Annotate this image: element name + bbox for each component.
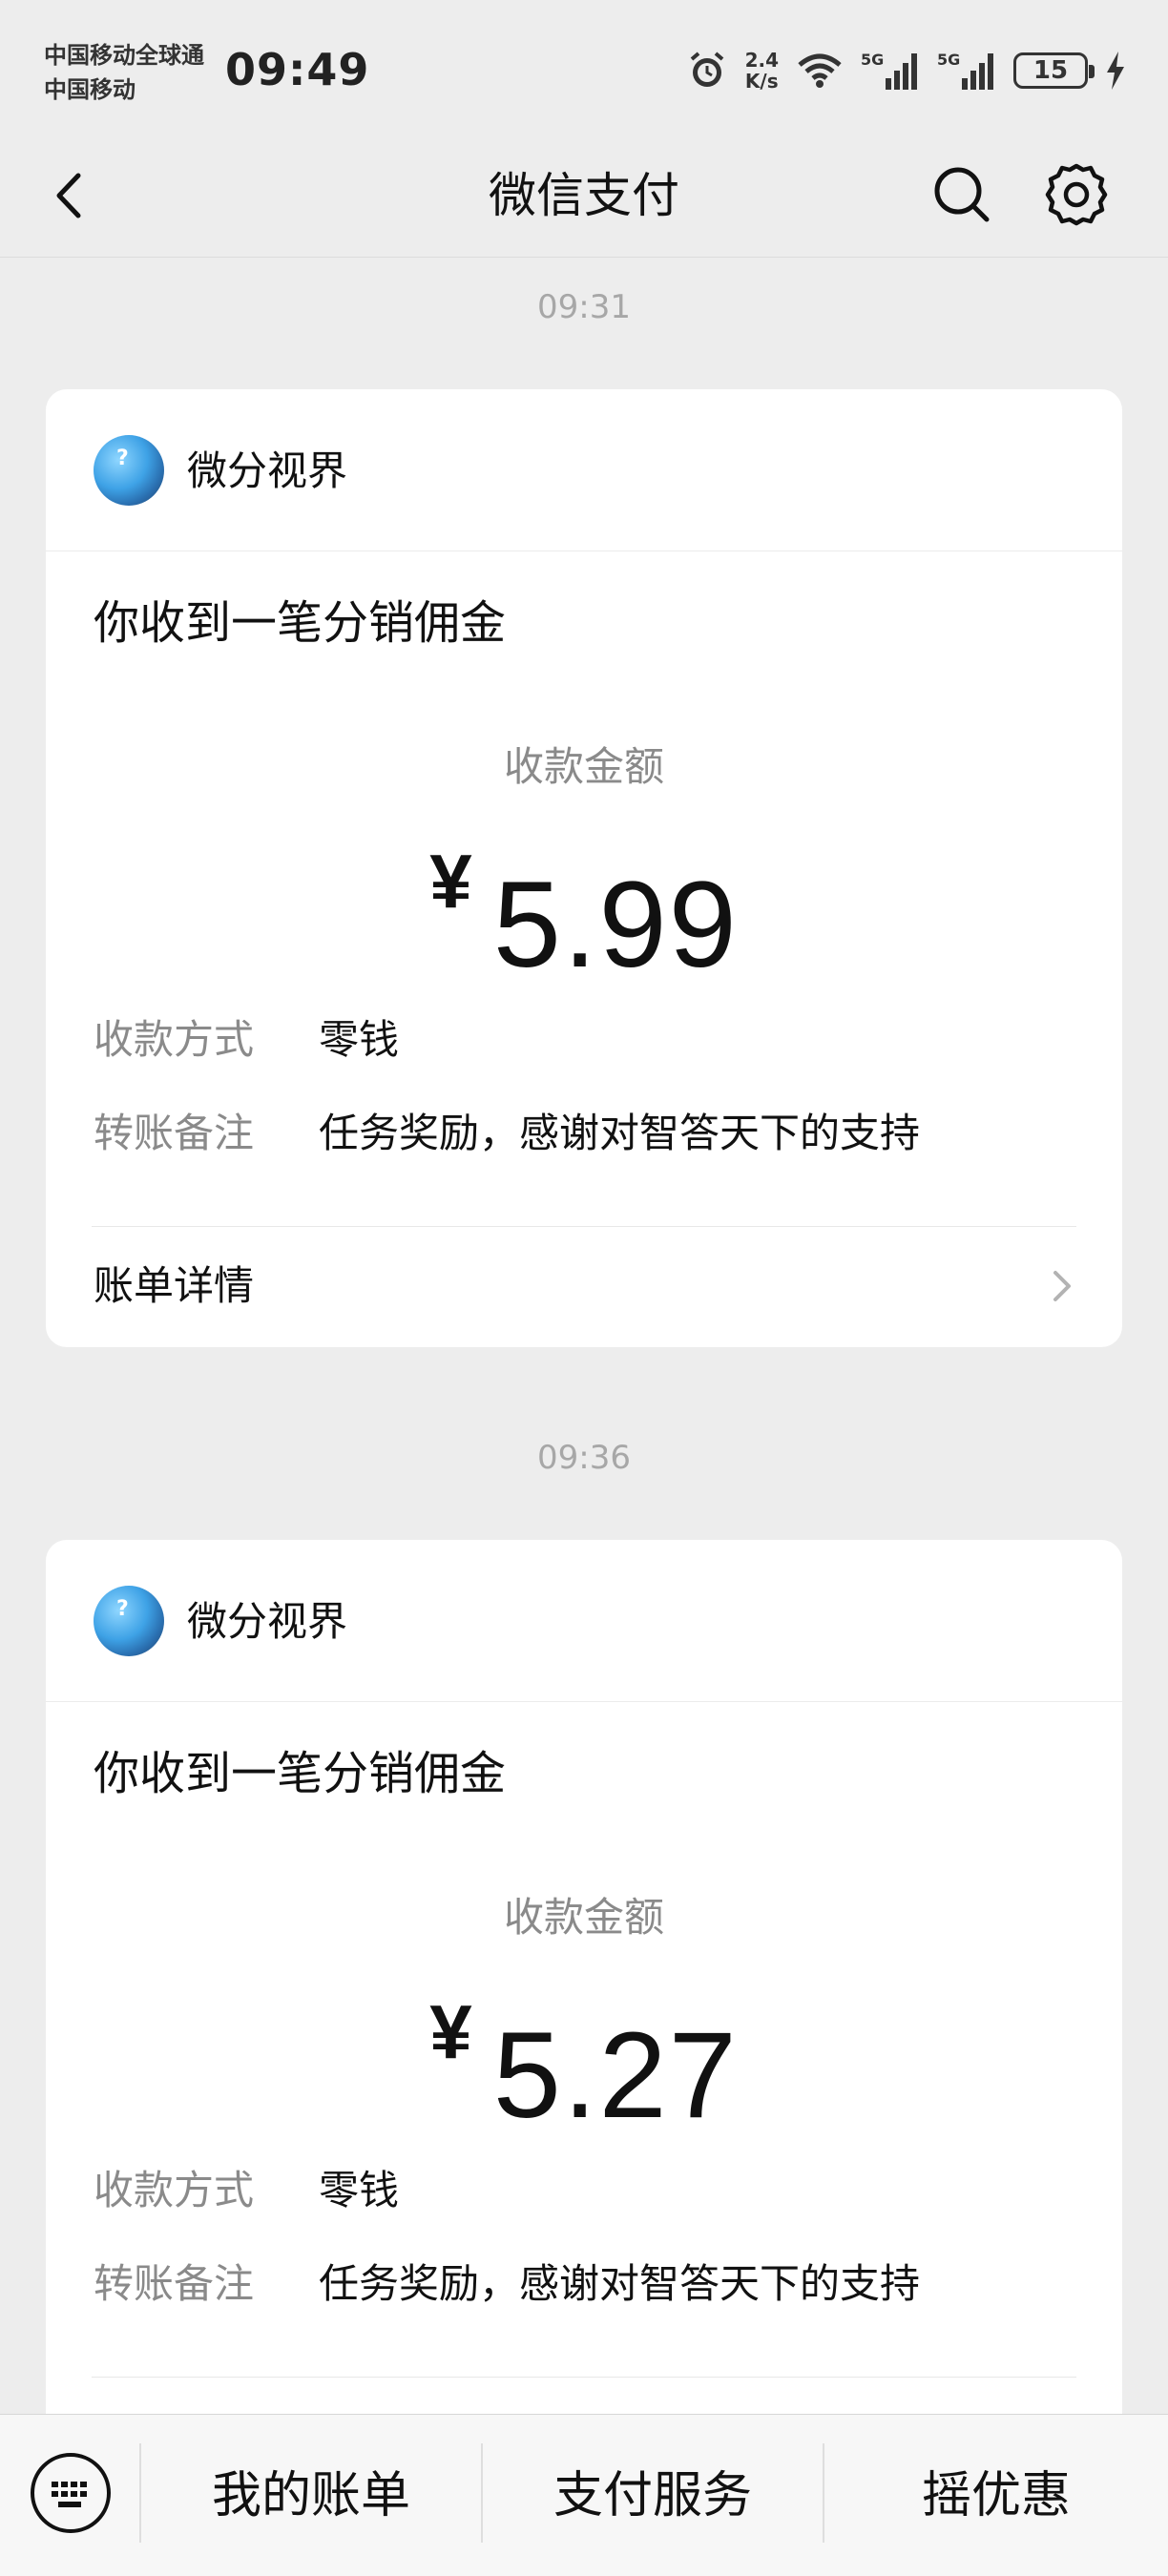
payment-method-value: 零钱 (319, 2167, 400, 2213)
payment-method-label: 收款方式 (94, 1016, 255, 1063)
status-icons: 2.4 K/s 5G 5G 15 (686, 40, 1126, 101)
card-header: ? 微分视界 (46, 1540, 1122, 1702)
5g-signal-icon: 5G (861, 51, 917, 90)
bill-details-row[interactable]: 账单详情 (46, 1227, 1122, 1347)
payment-method-value: 零钱 (319, 1016, 400, 1063)
divider (92, 2377, 1076, 2378)
payment-method-label: 收款方式 (94, 2167, 255, 2213)
menu-shake-offers[interactable]: 摇优惠 (824, 2415, 1168, 2576)
transfer-note-label: 转账备注 (94, 2260, 255, 2307)
carrier-line-1: 中国移动全球通 (44, 42, 204, 69)
wechat-pay-screen: 中国移动全球通 中国移动 09:49 2.4 K/s 5G 5G 15 微信支付… (0, 0, 1168, 2576)
charging-icon (1107, 52, 1124, 90)
network-speed-unit: K/s (744, 70, 779, 93)
menu-my-bills[interactable]: 我的账单 (141, 2415, 481, 2576)
status-clock: 09:49 (225, 44, 370, 95)
transfer-note-label: 转账备注 (94, 1110, 255, 1156)
svg-text:5G: 5G (937, 51, 960, 69)
card-header: ? 微分视界 (46, 389, 1122, 551)
amount-display: ¥5.27 (46, 1988, 1122, 2146)
svg-text:5G: 5G (861, 51, 884, 69)
bottom-menu-bar: 我的账单 支付服务 摇优惠 (0, 2414, 1168, 2576)
payment-notification-card[interactable]: ? 微分视界 你收到一笔分销佣金 收款金额 ¥5.99 收款方式 零钱 转账备注… (46, 389, 1122, 1347)
wifi-icon (798, 53, 842, 88)
amount-value: 5.99 (492, 857, 739, 993)
currency-symbol: ¥ (429, 839, 472, 924)
alarm-icon (690, 52, 723, 87)
sender-name: 微分视界 (187, 1598, 348, 1645)
sender-name: 微分视界 (187, 447, 348, 494)
chevron-right-icon (1053, 1271, 1071, 1301)
status-bar: 中国移动全球通 中国移动 09:49 2.4 K/s 5G 5G 15 (0, 0, 1168, 134)
keyboard-icon[interactable] (29, 2451, 113, 2535)
carrier-info: 中国移动全球通 中国移动 (44, 38, 204, 107)
amount-label: 收款金额 (503, 1894, 664, 1941)
carrier-line-2: 中国移动 (44, 76, 136, 103)
bill-details-label: 账单详情 (94, 1262, 255, 1309)
sender-avatar: ? (94, 435, 164, 506)
message-timestamp: 09:31 (537, 288, 631, 326)
nav-bar: 微信支付 (0, 134, 1168, 258)
5g-signal-icon: 5G (937, 51, 993, 90)
payment-notification-card[interactable]: ? 微分视界 你收到一笔分销佣金 收款金额 ¥5.27 收款方式 零钱 转账备注… (46, 1540, 1122, 2494)
currency-symbol: ¥ (429, 1989, 472, 2074)
sender-avatar: ? (94, 1586, 164, 1656)
network-speed: 2.4 K/s (745, 50, 779, 92)
notification-title: 你收到一笔分销佣金 (94, 1747, 507, 1800)
message-timestamp: 09:36 (537, 1439, 631, 1477)
notification-title: 你收到一笔分销佣金 (94, 596, 507, 650)
menu-payment-services[interactable]: 支付服务 (483, 2415, 823, 2576)
transfer-note-value: 任务奖励，感谢对智答天下的支持 (319, 1110, 921, 1156)
battery-icon: 15 (1013, 52, 1095, 89)
transfer-note-value: 任务奖励，感谢对智答天下的支持 (319, 2260, 921, 2307)
amount-label: 收款金额 (503, 743, 664, 790)
settings-icon[interactable] (1042, 160, 1111, 229)
search-icon[interactable] (928, 160, 996, 229)
amount-value: 5.27 (492, 2007, 739, 2144)
network-speed-value: 2.4 (744, 49, 779, 72)
amount-display: ¥5.99 (46, 838, 1122, 995)
